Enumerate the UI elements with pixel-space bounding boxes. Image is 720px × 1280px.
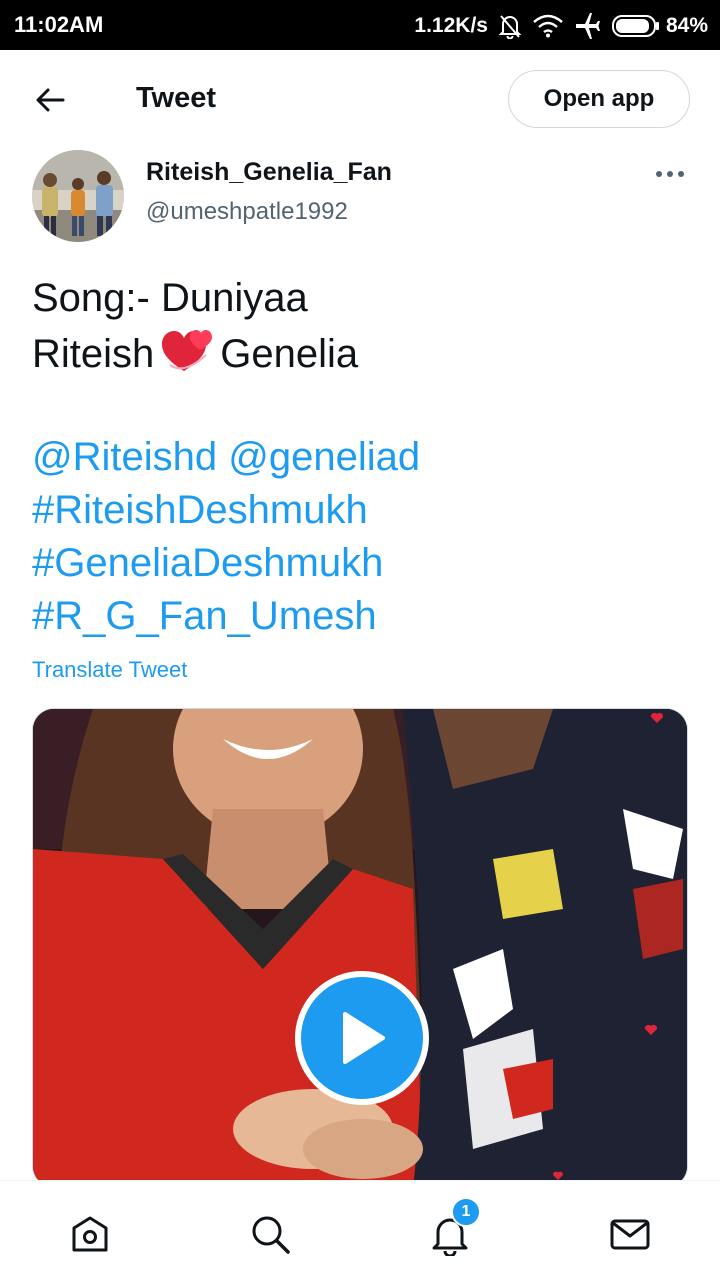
mention-link-geneliad[interactable]: @geneliad — [228, 435, 420, 479]
notification-count-badge: 1 — [451, 1197, 481, 1227]
two-hearts-emoji-icon — [160, 325, 214, 389]
top-header: Tweet Open app — [0, 50, 720, 146]
bottom-navigation — [0, 1180, 720, 1280]
battery-percent: 84% — [665, 14, 708, 37]
messages-icon[interactable] — [605, 1209, 655, 1259]
tweet-text: Song:- Duniyaa Riteish Genelia @Riteishd … — [32, 272, 692, 643]
author-handle[interactable]: @umeshpatle1992 — [146, 198, 348, 226]
tweet-line-song: Song:- Duniyaa — [32, 276, 308, 320]
play-button[interactable] — [295, 971, 429, 1105]
status-icons: 1.12K/s 84% — [414, 12, 708, 40]
status-bar: 11:02AM 1.12K/s 84% — [0, 0, 720, 50]
airplane-icon — [574, 13, 602, 39]
network-speed: 1.12K/s — [414, 14, 488, 37]
open-app-button[interactable]: Open app — [508, 70, 690, 128]
play-icon — [343, 1012, 385, 1064]
status-time: 11:02AM — [14, 12, 104, 37]
tweet-mentions-line: @Riteishd @geneliad — [32, 431, 692, 484]
author-display-name[interactable]: Riteish_Genelia_Fan — [146, 158, 392, 187]
tweet-name-riteish: Riteish — [32, 332, 155, 376]
video-thumbnail — [33, 709, 687, 1187]
translate-tweet-link[interactable]: Translate Tweet — [32, 657, 187, 683]
search-icon[interactable] — [245, 1209, 295, 1259]
hashtag-link-geneliadeshmukh[interactable]: #GeneliaDeshmukh — [32, 537, 692, 590]
mention-link-riteishd[interactable]: @Riteishd — [32, 435, 217, 479]
home-icon[interactable] — [65, 1209, 115, 1259]
tweet-name-genelia: Genelia — [220, 332, 359, 376]
bell-off-icon — [498, 13, 522, 39]
avatar[interactable] — [32, 150, 124, 242]
arrow-left-icon[interactable] — [28, 78, 72, 122]
tweet-line-names: Riteish Genelia — [32, 325, 692, 378]
video-player[interactable] — [32, 708, 688, 1188]
page-title: Tweet — [136, 82, 217, 114]
wifi-icon — [532, 14, 564, 38]
hashtag-link-rg-fan-umesh[interactable]: #R_G_Fan_Umesh — [32, 590, 692, 643]
more-options-icon[interactable] — [648, 160, 692, 188]
hashtag-link-riteishdeshmukh[interactable]: #RiteishDeshmukh — [32, 484, 692, 537]
battery-icon: 84% — [611, 14, 708, 38]
